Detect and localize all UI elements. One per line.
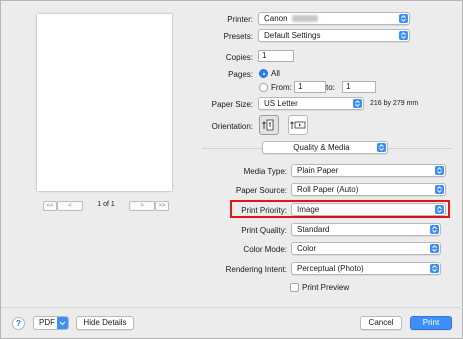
paper-size-value: US Letter [264,99,298,108]
pages-from-field[interactable]: 1 [294,81,326,93]
print-quality-value: Standard [297,225,330,234]
page-indicator: 1 of 1 [97,201,115,208]
popup-arrows-icon [399,14,408,23]
popup-arrows-icon [430,225,439,234]
pages-all-label: All [271,69,280,78]
paper-source-label: Paper Source: [235,186,287,195]
color-mode-value: Color [297,244,317,253]
presets-value: Default Settings [264,31,321,40]
popup-arrows-icon [377,143,386,152]
portrait-orientation-button[interactable] [259,115,279,135]
footer-divider [1,307,463,308]
media-type-label: Media Type: [243,167,287,176]
section-popup[interactable]: Quality & Media [262,141,388,154]
print-quality-popup[interactable]: Standard [291,223,441,236]
print-priority-popup[interactable]: Image [291,203,446,216]
pages-from-label: From: [271,83,292,92]
pages-range-radio[interactable] [259,83,268,92]
printer-value: Canon [264,14,288,23]
copies-label: Copies: [225,53,253,62]
print-quality-label: Print Quality: [241,226,287,235]
media-type-value: Plain Paper [297,166,339,175]
paper-size-dimensions: 216 by 279 mm [370,100,419,107]
presets-label: Presets: [223,32,253,41]
copies-field[interactable]: 1 [258,50,294,62]
print-priority-value: Image [297,205,320,214]
pdf-menu-button[interactable]: PDF [33,316,69,330]
next-page-button[interactable]: > [129,201,155,211]
color-mode-popup[interactable]: Color [291,242,441,255]
pages-label: Pages: [228,70,253,79]
rendering-intent-popup[interactable]: Perceptual (Photo) [291,262,441,275]
pages-to-field[interactable]: 1 [342,81,376,93]
popup-arrows-icon [399,31,408,40]
print-preview-checkbox[interactable] [290,283,299,292]
redacted-model [291,15,318,23]
hide-details-button[interactable]: Hide Details [76,316,134,330]
popup-arrows-icon [435,166,444,175]
rendering-intent-value: Perceptual (Photo) [297,264,364,273]
paper-source-popup[interactable]: Roll Paper (Auto) [291,183,446,196]
printer-label: Printer: [227,15,253,24]
pdf-label: PDF [39,318,55,327]
landscape-orientation-button[interactable] [288,115,308,135]
print-priority-label: Print Priority: [241,206,287,215]
printer-popup[interactable]: Canon [258,12,410,25]
landscape-orientation-icon [290,121,306,129]
cancel-button[interactable]: Cancel [360,316,402,330]
first-page-button[interactable]: << [43,201,57,211]
popup-arrows-icon [353,99,362,108]
paper-source-value: Roll Paper (Auto) [297,185,359,194]
media-type-popup[interactable]: Plain Paper [291,164,446,177]
paper-size-popup[interactable]: US Letter [258,97,364,110]
page-preview [37,14,172,191]
last-page-button[interactable]: >> [155,201,169,211]
print-button[interactable]: Print [410,316,452,330]
portrait-orientation-icon [262,119,274,131]
orientation-label: Orientation: [211,122,253,131]
chevron-down-icon [57,317,68,329]
print-preview-label: Print Preview [302,283,350,292]
rendering-intent-label: Rendering Intent: [225,265,287,274]
popup-arrows-icon [430,244,439,253]
popup-arrows-icon [430,264,439,273]
pages-all-radio[interactable] [259,69,268,78]
paper-size-label: Paper Size: [211,100,253,109]
popup-arrows-icon [435,205,444,214]
print-dialog: << < 1 of 1 > >> Printer: Canon Presets:… [0,0,463,339]
section-value: Quality & Media [293,143,350,152]
pages-to-label: to: [326,83,335,92]
previous-page-button[interactable]: < [57,201,83,211]
popup-arrows-icon [435,185,444,194]
presets-popup[interactable]: Default Settings [258,29,410,42]
color-mode-label: Color Mode: [243,245,287,254]
help-button[interactable]: ? [12,317,25,330]
